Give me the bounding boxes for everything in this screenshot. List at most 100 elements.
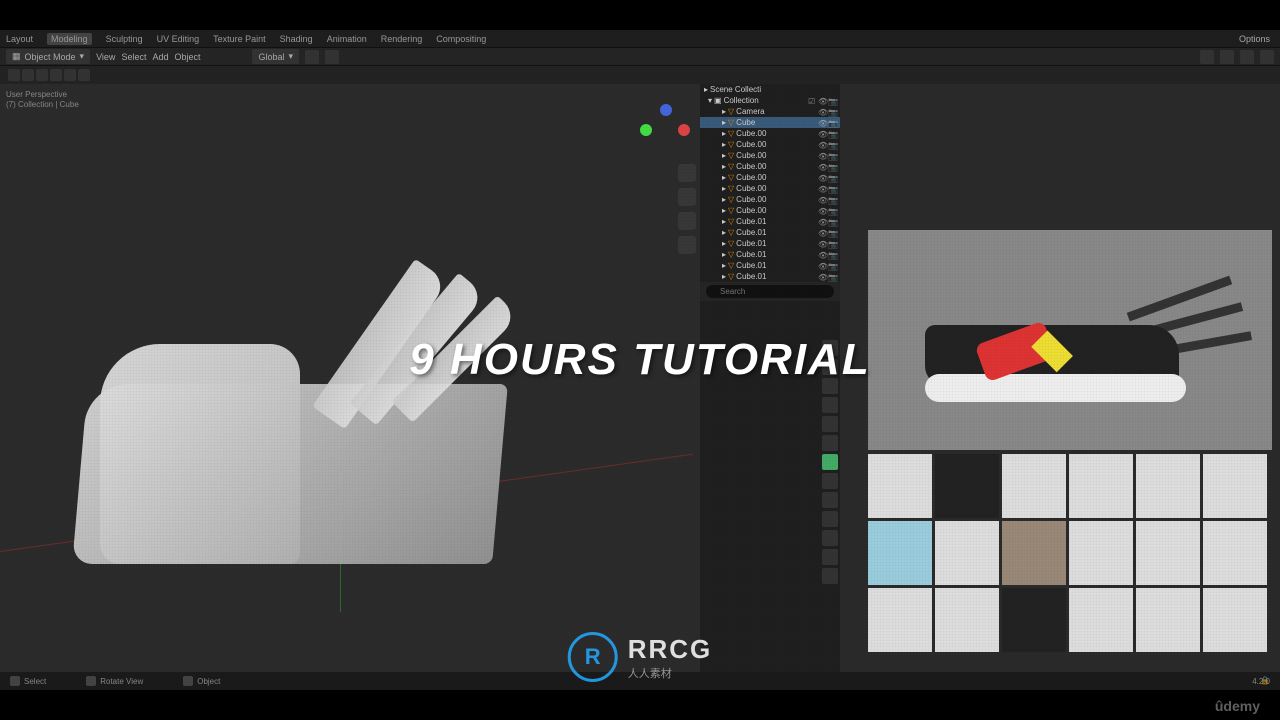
eye-icon[interactable]: 👁 [818,185,826,193]
particle-props-icon[interactable] [822,473,838,489]
workspace-tab[interactable]: Rendering [381,34,423,44]
tool-icon[interactable] [8,69,20,81]
outliner-item-row[interactable]: ▸▽Cube.00👁📷 [700,205,840,216]
options-dropdown[interactable]: Options [1239,34,1270,44]
eye-icon[interactable]: 👁 [818,119,826,127]
thumbnail[interactable] [1203,521,1267,585]
cam-icon[interactable]: 📷 [828,196,836,204]
workspace-tab[interactable]: Modeling [47,33,92,45]
outliner-item-row[interactable]: ▸▽Cube.00👁📷 [700,194,840,205]
thumbnail[interactable] [868,454,932,518]
eye-icon[interactable]: 👁 [818,108,826,116]
outliner-item-row[interactable]: ▸▽Cube.00👁📷 [700,139,840,150]
mode-dropdown[interactable]: ▦ Object Mode ▾ [6,49,90,64]
eye-icon[interactable]: 👁 [818,262,826,270]
thumbnail[interactable] [935,588,999,652]
gizmo-y-axis[interactable] [640,124,652,136]
menu-add[interactable]: Add [152,52,168,62]
outliner-item-row[interactable]: ▸▽Cube.01👁📷 [700,238,840,249]
thumbnail[interactable] [1203,454,1267,518]
outliner-item-row[interactable]: ▸▽Cube.00👁📷 [700,150,840,161]
outliner-scene-row[interactable]: ▸ Scene Collecti [700,84,840,95]
thumbnail[interactable] [935,521,999,585]
shading-icon[interactable] [1240,50,1254,64]
menu-object[interactable]: Object [174,52,200,62]
workspace-tab[interactable]: Shading [280,34,313,44]
cam-icon[interactable]: 📷 [828,218,836,226]
menu-select[interactable]: Select [121,52,146,62]
shading-icon[interactable] [1200,50,1214,64]
camera-icon[interactable] [678,212,696,230]
thumbnail[interactable] [1136,588,1200,652]
cam-icon[interactable]: 📷 [828,185,836,193]
outliner-collection-row[interactable]: ▾ ▣ Collection ☑👁📷 [700,95,840,106]
outliner-item-row[interactable]: ▸▽Cube👁📷 [700,117,840,128]
zoom-icon[interactable] [678,164,696,182]
thumbnail[interactable] [1069,588,1133,652]
cam-icon[interactable]: 📷 [828,207,836,215]
workspace-tab[interactable]: Texture Paint [213,34,266,44]
menu-view[interactable]: View [96,52,115,62]
thumbnail[interactable] [1203,588,1267,652]
thumbnail[interactable] [868,588,932,652]
tool-icon[interactable] [50,69,62,81]
cam-icon[interactable]: 📷 [828,130,836,138]
material-props-icon[interactable] [822,549,838,565]
perspective-icon[interactable] [678,236,696,254]
eye-icon[interactable]: 👁 [818,174,826,182]
world-props-icon[interactable] [822,416,838,432]
outliner-item-row[interactable]: ▸▽Cube.00👁📷 [700,172,840,183]
outliner-item-row[interactable]: ▸▽Cube.01👁📷 [700,271,840,282]
data-props-icon[interactable] [822,530,838,546]
orientation-dropdown[interactable]: Global ▾ [252,49,299,64]
cam-icon[interactable]: 📷 [828,174,836,182]
thumbnail[interactable] [1069,454,1133,518]
thumbnail[interactable] [935,454,999,518]
3d-model[interactable] [80,244,600,624]
cam-icon[interactable]: 📷 [828,163,836,171]
cam-icon[interactable]: 📷 [828,152,836,160]
eye-icon[interactable]: 👁 [818,229,826,237]
search-input[interactable] [706,285,834,298]
cam-icon[interactable]: 📷 [828,240,836,248]
physics-props-icon[interactable] [822,492,838,508]
outliner-item-row[interactable]: ▸▽Cube.00👁📷 [700,161,840,172]
eye-icon[interactable]: 👁 [818,240,826,248]
reference-main-image[interactable] [868,230,1272,450]
texture-props-icon[interactable] [822,568,838,584]
shading-icon[interactable] [1220,50,1234,64]
constraint-props-icon[interactable] [822,511,838,527]
cam-icon[interactable]: 📷 [828,273,836,281]
thumbnail[interactable] [1002,588,1066,652]
tool-icon[interactable] [78,69,90,81]
workspace-tab[interactable]: UV Editing [157,34,200,44]
outliner-item-row[interactable]: ▸▽Cube.01👁📷 [700,249,840,260]
thumbnail[interactable] [1002,521,1066,585]
navigation-gizmo[interactable] [640,104,690,154]
workspace-tab[interactable]: Compositing [436,34,486,44]
tool-icon[interactable] [64,69,76,81]
outliner-item-row[interactable]: ▸▽Cube.01👁📷 [700,216,840,227]
cam-icon[interactable]: 📷 [828,229,836,237]
thumbnail[interactable] [868,521,932,585]
reference-image-board[interactable] [868,230,1272,680]
gizmo-x-axis[interactable] [678,124,690,136]
modifier-props-icon[interactable] [822,454,838,470]
scene-props-icon[interactable] [822,397,838,413]
proportional-icon[interactable] [325,50,339,64]
object-props-icon[interactable] [822,435,838,451]
snap-icon[interactable] [305,50,319,64]
tool-icon[interactable] [22,69,34,81]
cam-icon[interactable]: 📷 [828,251,836,259]
cam-icon[interactable]: 📷 [828,119,836,127]
thumbnail[interactable] [1136,454,1200,518]
workspace-tab[interactable]: Layout [6,34,33,44]
outliner-item-row[interactable]: ▸▽Cube.00👁📷 [700,183,840,194]
eye-icon[interactable]: 👁 [818,130,826,138]
outliner-item-row[interactable]: ▸▽Camera👁📷 [700,106,840,117]
outliner-item-row[interactable]: ▸▽Cube.01👁📷 [700,227,840,238]
tool-icon[interactable] [36,69,48,81]
eye-icon[interactable]: 👁 [818,251,826,259]
gizmo-z-axis[interactable] [660,104,672,116]
workspace-tab[interactable]: Animation [327,34,367,44]
